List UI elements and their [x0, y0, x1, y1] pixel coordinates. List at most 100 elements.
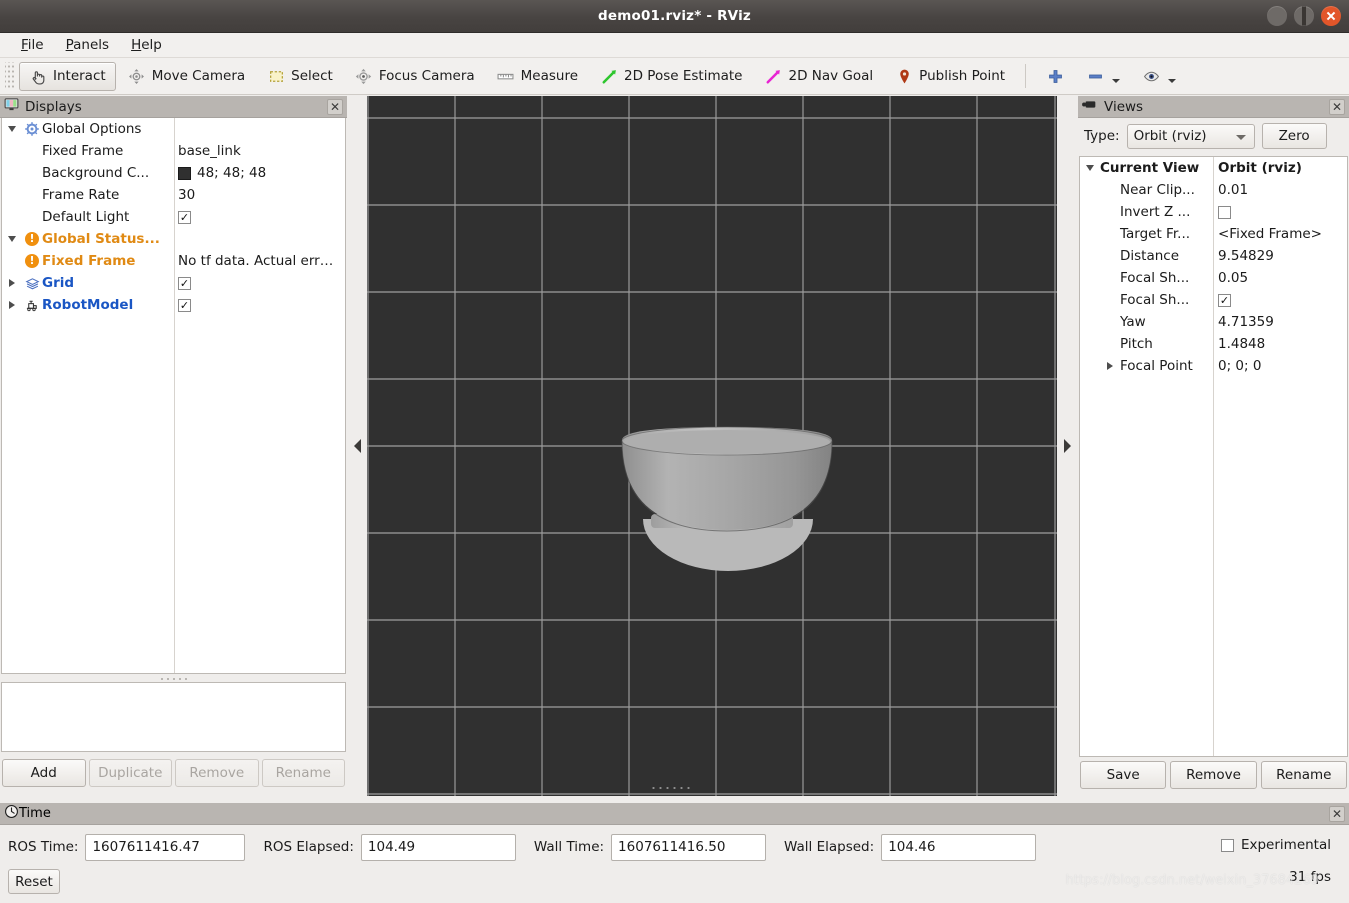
collapse-left-icon[interactable]: [353, 439, 361, 453]
left-splitter[interactable]: [347, 96, 367, 796]
table-row[interactable]: Fixed Frame base_link: [2, 140, 345, 162]
tool-publish-point[interactable]: Publish Point: [885, 62, 1015, 91]
row-value[interactable]: 0.05: [1218, 270, 1248, 286]
expand-arrow-icon[interactable]: [2, 279, 22, 287]
row-value[interactable]: 9.54829: [1218, 248, 1274, 264]
menu-item-file[interactable]: File: [10, 35, 55, 55]
rviz-window: demo01.rviz* - RViz File Panels Help Int…: [0, 0, 1349, 903]
menu-item-help[interactable]: Help: [120, 35, 173, 55]
table-row[interactable]: ! Fixed Frame No tf data. Actual err…: [2, 250, 345, 272]
table-row[interactable]: ! Global Status...: [2, 228, 345, 250]
tool-measure[interactable]: Measure: [487, 62, 588, 91]
maximize-button[interactable]: [1294, 6, 1314, 26]
tool-2d-nav-goal[interactable]: 2D Nav Goal: [755, 62, 884, 91]
row-value[interactable]: ✓: [178, 210, 191, 224]
views-close-icon[interactable]: ✕: [1329, 99, 1345, 115]
add-tool-button[interactable]: [1036, 62, 1074, 91]
reset-button[interactable]: Reset: [8, 869, 60, 894]
move-camera-icon: [128, 67, 146, 85]
menu-label-file: ile: [27, 37, 44, 53]
remove-tool-dropdown-icon[interactable]: [1112, 79, 1121, 83]
save-view-button[interactable]: Save: [1080, 761, 1167, 789]
checkbox-focal-shape-fixed[interactable]: ✓: [1218, 293, 1231, 307]
tool-2d-pose-estimate[interactable]: 2D Pose Estimate: [590, 62, 752, 91]
render-viewport-3d[interactable]: [367, 96, 1057, 796]
views-tree[interactable]: Current View Orbit (rviz) Near Clip... 0…: [1079, 156, 1348, 757]
checkbox-experimental[interactable]: [1220, 838, 1234, 852]
row-value[interactable]: 4.71359: [1218, 314, 1274, 330]
tool-focus-camera-label: Focus Camera: [378, 68, 475, 84]
select-rectangle-icon: [267, 67, 285, 85]
table-row[interactable]: Pitch 1.4848: [1080, 333, 1347, 355]
table-row[interactable]: Current View Orbit (rviz): [1080, 157, 1347, 179]
ros-time-input[interactable]: 1607611416.47: [85, 833, 246, 861]
table-row[interactable]: Invert Z ...: [1080, 201, 1347, 223]
displays-splitter-handle[interactable]: [0, 675, 347, 682]
tool-select-label: Select: [291, 68, 333, 84]
rename-view-button[interactable]: Rename: [1260, 761, 1347, 789]
remove-display-button: Remove: [175, 759, 259, 787]
map-pin-icon: [895, 67, 913, 85]
remove-view-button[interactable]: Remove: [1170, 761, 1257, 789]
table-row[interactable]: Distance 9.54829: [1080, 245, 1347, 267]
expand-arrow-icon[interactable]: [2, 126, 22, 132]
wall-elapsed-input[interactable]: 104.46: [881, 833, 1037, 861]
toolbar-grip[interactable]: [5, 62, 15, 90]
table-row[interactable]: Focal Sh... 0.05: [1080, 267, 1347, 289]
right-splitter[interactable]: [1057, 96, 1077, 796]
time-panel-title: Time: [19, 806, 51, 821]
add-display-button[interactable]: Add: [2, 759, 86, 787]
table-row[interactable]: Focal Sh... ✓: [1080, 289, 1347, 311]
checkbox-grid[interactable]: ✓: [178, 276, 191, 290]
row-value[interactable]: ✓: [178, 298, 191, 312]
tool-select[interactable]: Select: [257, 62, 343, 91]
expand-arrow-icon[interactable]: [1100, 362, 1120, 370]
checkbox-invert-z[interactable]: [1218, 205, 1231, 219]
checkbox-default-light[interactable]: ✓: [178, 210, 191, 224]
visibility-dropdown-icon[interactable]: [1168, 79, 1177, 83]
checkbox-robotmodel[interactable]: ✓: [178, 298, 191, 312]
row-value[interactable]: base_link: [178, 143, 241, 159]
visibility-button[interactable]: [1132, 62, 1186, 91]
expand-arrow-icon[interactable]: [1080, 165, 1100, 171]
view-type-select[interactable]: Orbit (rviz): [1126, 123, 1255, 149]
row-value[interactable]: ✓: [178, 276, 191, 290]
close-button[interactable]: [1321, 6, 1341, 26]
table-row[interactable]: Yaw 4.71359: [1080, 311, 1347, 333]
expand-arrow-icon[interactable]: [2, 301, 22, 309]
zero-button[interactable]: Zero: [1261, 123, 1327, 149]
displays-tree[interactable]: Global Options Fixed Frame base_link Bac…: [1, 118, 346, 674]
views-panel-title: Views: [1104, 98, 1144, 115]
tool-interact[interactable]: Interact: [19, 61, 116, 91]
table-row[interactable]: Frame Rate 30: [2, 184, 345, 206]
viewport-bottom-handle[interactable]: [650, 785, 690, 791]
experimental-toggle[interactable]: Experimental: [1220, 837, 1331, 853]
displays-close-icon[interactable]: ✕: [327, 99, 343, 115]
row-value[interactable]: ✓: [1218, 293, 1231, 307]
row-value[interactable]: 30: [178, 187, 195, 203]
collapse-right-icon[interactable]: [1063, 439, 1071, 453]
row-value[interactable]: 48; 48; 48: [178, 165, 266, 181]
tool-focus-camera[interactable]: Focus Camera: [345, 62, 485, 91]
table-row[interactable]: Grid ✓: [2, 272, 345, 294]
table-row[interactable]: Target Fr... <Fixed Frame>: [1080, 223, 1347, 245]
row-value[interactable]: 1.4848: [1218, 336, 1265, 352]
table-row[interactable]: Default Light ✓: [2, 206, 345, 228]
minimize-button[interactable]: [1267, 6, 1287, 26]
table-row[interactable]: Near Clip... 0.01: [1080, 179, 1347, 201]
ros-elapsed-input[interactable]: 104.49: [360, 833, 516, 861]
row-value[interactable]: 0; 0; 0: [1218, 358, 1261, 374]
time-close-icon[interactable]: ✕: [1329, 806, 1345, 822]
table-row[interactable]: Background C... 48; 48; 48: [2, 162, 345, 184]
row-value[interactable]: [1218, 205, 1231, 219]
row-value[interactable]: 0.01: [1218, 182, 1248, 198]
wall-time-input[interactable]: 1607611416.50: [611, 833, 767, 861]
table-row[interactable]: RobotModel ✓: [2, 294, 345, 316]
table-row[interactable]: Global Options: [2, 118, 345, 140]
row-value[interactable]: <Fixed Frame>: [1218, 226, 1322, 242]
expand-arrow-icon[interactable]: [2, 236, 22, 242]
tool-move-camera[interactable]: Move Camera: [118, 62, 255, 91]
menu-item-panels[interactable]: Panels: [55, 35, 120, 55]
remove-tool-button[interactable]: [1076, 62, 1130, 91]
table-row[interactable]: Focal Point 0; 0; 0: [1080, 355, 1347, 377]
